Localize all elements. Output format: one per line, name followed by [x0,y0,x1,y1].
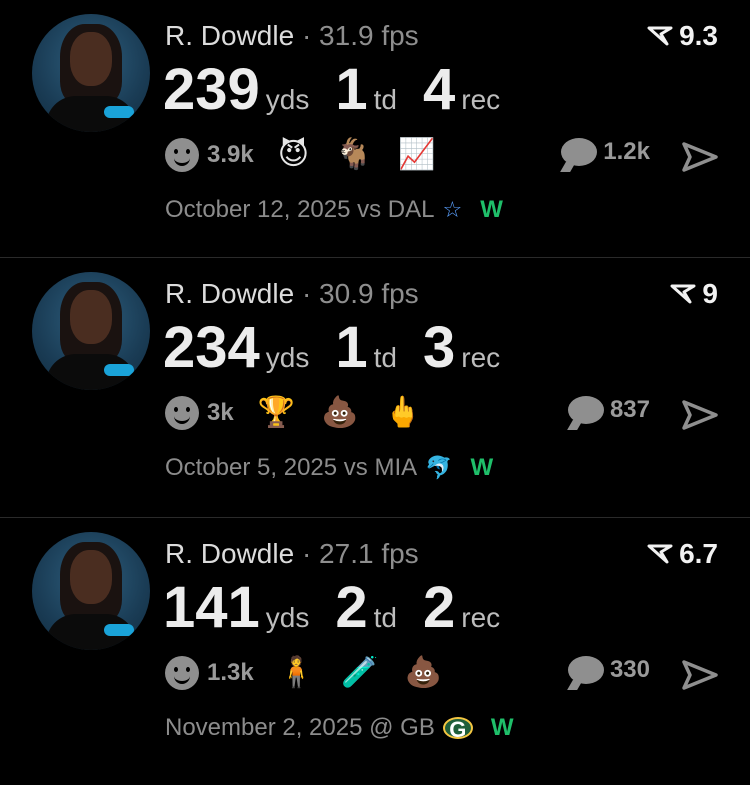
yards-label: yds [265,602,310,633]
game-result: W [470,454,494,481]
share-icon[interactable] [682,400,718,430]
td-label: td [373,342,397,373]
rating: 9 [670,278,718,310]
opponent-logo-icon: G [442,717,473,741]
stat-line: 234 yds 1 td 3 rec [163,314,526,381]
player-name[interactable]: R. Dowdle [165,20,294,51]
reaction-emoji[interactable]: 💩 [321,398,358,428]
reaction-emoji[interactable]: 🏆 [258,398,295,428]
share-icon[interactable] [682,660,718,690]
comment-icon [567,396,604,424]
stat-line: 141 yds 2 td 2 rec [163,574,526,641]
player-name[interactable]: R. Dowdle [165,538,294,569]
comment-icon [567,656,604,684]
comment-button[interactable]: 330 [567,656,650,684]
player-avatar[interactable] [32,272,150,390]
opponent-logo-icon: 🐬 [425,455,453,480]
game-info: October 5, 2025 vs MIA 🐬 W [165,454,493,482]
rec-value: 2 [422,575,456,640]
comment-count: 837 [609,396,650,423]
game-date: October 12, 2025 vs DAL [165,196,435,223]
td-value: 1 [335,57,368,122]
game-result: W [490,714,514,741]
game-card[interactable]: R. Dowdle · 30.9 fps 9 234 yds 1 td 3 rec 3… [0,258,750,518]
fantasy-points: · 30.9 fps [301,278,419,309]
reaction-count: 1.3k [207,659,254,686]
rating: 9.3 [647,20,718,52]
player-avatar[interactable] [32,532,150,650]
reaction-emoji[interactable]: 💩 [404,658,441,688]
fantasy-points: · 31.9 fps [301,20,419,51]
game-date: November 2, 2025 @ GB [165,714,435,741]
yards-label: yds [265,84,310,115]
rating-value: 6.7 [679,538,718,569]
yards-label: yds [265,342,310,373]
rec-label: rec [461,342,501,373]
feed: R. Dowdle · 31.9 fps 9.3 239 yds 1 td 4 rec… [0,0,750,785]
comment-button[interactable]: 1.2k [561,138,650,166]
reaction-emoji[interactable]: 🧪 [341,658,378,688]
yards-value: 234 [163,315,260,380]
reaction-emoji[interactable]: 😈 [278,140,309,170]
reaction-emoji[interactable]: 🐐 [335,140,372,170]
game-result: W [480,196,503,223]
smiley-icon[interactable] [165,396,199,430]
share-icon[interactable] [682,142,718,172]
yards-value: 141 [163,575,260,640]
reaction-count: 3.9k [207,141,254,168]
rating-flag-icon [647,544,673,564]
stat-line: 239 yds 1 td 4 rec [163,56,526,123]
player-name[interactable]: R. Dowdle [165,278,294,309]
yards-value: 239 [163,57,260,122]
rec-value: 4 [422,57,456,122]
reaction-emoji[interactable]: 🧍 [278,658,315,688]
td-label: td [373,84,397,115]
reactions: 1.3k 🧍 🧪 💩 [165,656,468,690]
rating: 6.7 [647,538,718,570]
opponent-logo-icon: ☆ [442,197,463,222]
game-card[interactable]: R. Dowdle · 27.1 fps 6.7 141 yds 2 td 2 rec… [0,518,750,785]
game-date: October 5, 2025 vs MIA [165,454,418,481]
reactions: 3.9k 😈 🐐 📈 [165,138,462,172]
player-avatar[interactable] [32,14,150,132]
game-info: November 2, 2025 @ GB G W [165,714,513,742]
smiley-icon[interactable] [165,138,199,172]
rating-flag-icon [647,26,673,46]
reaction-count: 3k [207,399,234,426]
comment-icon [561,138,598,166]
fantasy-points: · 27.1 fps [301,538,419,569]
reaction-emoji[interactable]: 📈 [398,140,435,170]
comment-count: 330 [609,656,650,683]
comment-button[interactable]: 837 [567,396,650,424]
td-value: 1 [335,315,368,380]
rating-value: 9.3 [679,20,718,51]
rec-label: rec [461,602,501,633]
rating-value: 9 [702,278,718,309]
reactions: 3k 🏆 💩 🖕 [165,396,448,430]
rec-value: 3 [422,315,456,380]
comment-count: 1.2k [603,138,650,165]
reaction-emoji[interactable]: 🖕 [384,398,421,428]
td-label: td [373,602,397,633]
rating-flag-icon [670,284,696,304]
game-card[interactable]: R. Dowdle · 31.9 fps 9.3 239 yds 1 td 4 rec… [0,0,750,258]
rec-label: rec [461,84,501,115]
td-value: 2 [335,575,368,640]
smiley-icon[interactable] [165,656,199,690]
game-info: October 12, 2025 vs DAL ☆ W [165,196,503,224]
